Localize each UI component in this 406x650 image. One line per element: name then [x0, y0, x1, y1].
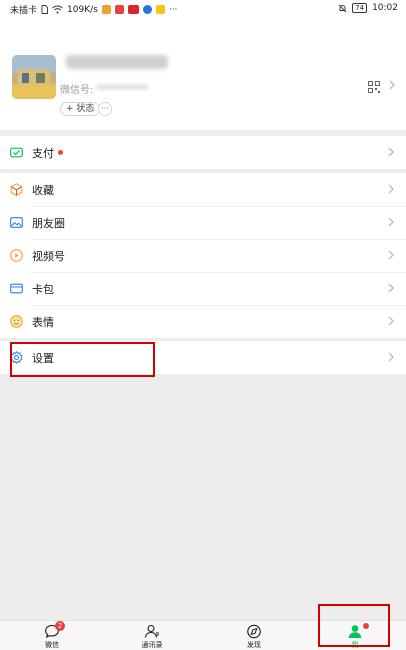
menu-item-pay[interactable]: 支付 [0, 136, 406, 169]
carrier-text: 未插卡 [10, 6, 38, 16]
more-status-button[interactable]: ··· [98, 102, 112, 116]
sticker-smile-icon [10, 315, 23, 328]
app-notification-icon [127, 5, 139, 14]
compass-icon [247, 624, 261, 639]
menu-item-moments[interactable]: 朋友圈 [0, 206, 406, 239]
more-notifications-icon: ··· [168, 4, 178, 15]
chevron-right-icon [388, 184, 394, 194]
app-notification-icon [114, 5, 124, 14]
wifi-icon [52, 5, 63, 14]
avatar[interactable] [12, 55, 56, 99]
menu-item-label: 卡包 [32, 283, 54, 296]
menu-item-cards[interactable]: 卡包 [0, 272, 406, 305]
profile-header[interactable]: 微信号: + 状态 ··· [0, 18, 406, 130]
chevron-right-icon [388, 316, 394, 326]
contacts-person-icon [144, 624, 159, 638]
clock: 10:02 [372, 3, 398, 13]
menu-item-label: 支付 [32, 147, 54, 160]
menu-item-channels[interactable]: 视频号 [0, 239, 406, 272]
menu-item-stickers[interactable]: 表情 [0, 305, 406, 338]
menu-item-label: 朋友圈 [32, 217, 65, 230]
mute-bell-icon [338, 4, 347, 12]
wechat-id-blurred [96, 84, 148, 90]
notification-dot [58, 150, 63, 155]
menu-item-label: 视频号 [32, 250, 65, 263]
chevron-right-icon [388, 283, 394, 293]
app-notification-icon [155, 5, 165, 14]
status-bar: 未插卡 109K/s ··· 74 10:02 [0, 0, 406, 18]
tab-label: 微信 [45, 641, 59, 649]
chevron-right-icon [388, 250, 394, 260]
tab-chats[interactable]: 2 微信 [22, 621, 82, 650]
chevron-right-icon [389, 80, 395, 90]
qr-code-icon[interactable] [368, 81, 380, 93]
pay-group: 支付 [0, 136, 406, 169]
sim-icon [41, 5, 48, 14]
moments-photo-icon [10, 217, 23, 228]
app-notification-icon [142, 5, 152, 14]
chevron-right-icon [388, 217, 394, 227]
services-group: 收藏 朋友圈 视频号 卡包 表情 [0, 173, 406, 338]
chevron-right-icon [388, 147, 394, 157]
app-notification-icon [101, 5, 111, 14]
tab-discover[interactable]: 发现 [224, 621, 284, 650]
add-status-button[interactable]: + 状态 [60, 102, 101, 116]
pay-icon [10, 147, 23, 158]
network-speed: 109K/s [67, 4, 98, 15]
channels-play-icon [10, 249, 23, 262]
menu-item-label: 表情 [32, 316, 54, 329]
card-wallet-icon [10, 283, 23, 294]
menu-item-label: 收藏 [32, 184, 54, 197]
tab-label: 通讯录 [141, 641, 163, 649]
battery-indicator: 74 [352, 3, 368, 13]
highlight-box-me-tab [318, 604, 390, 647]
nickname-blurred [66, 55, 168, 69]
tab-contacts[interactable]: 通讯录 [122, 621, 182, 650]
wechat-id-label: 微信号: [60, 85, 94, 96]
highlight-box-settings [10, 342, 155, 377]
tab-label: 发现 [247, 641, 261, 649]
menu-item-favorites[interactable]: 收藏 [0, 173, 406, 206]
favorites-cube-icon [10, 183, 23, 196]
unread-badge: 2 [55, 621, 65, 631]
chevron-right-icon [388, 352, 394, 362]
